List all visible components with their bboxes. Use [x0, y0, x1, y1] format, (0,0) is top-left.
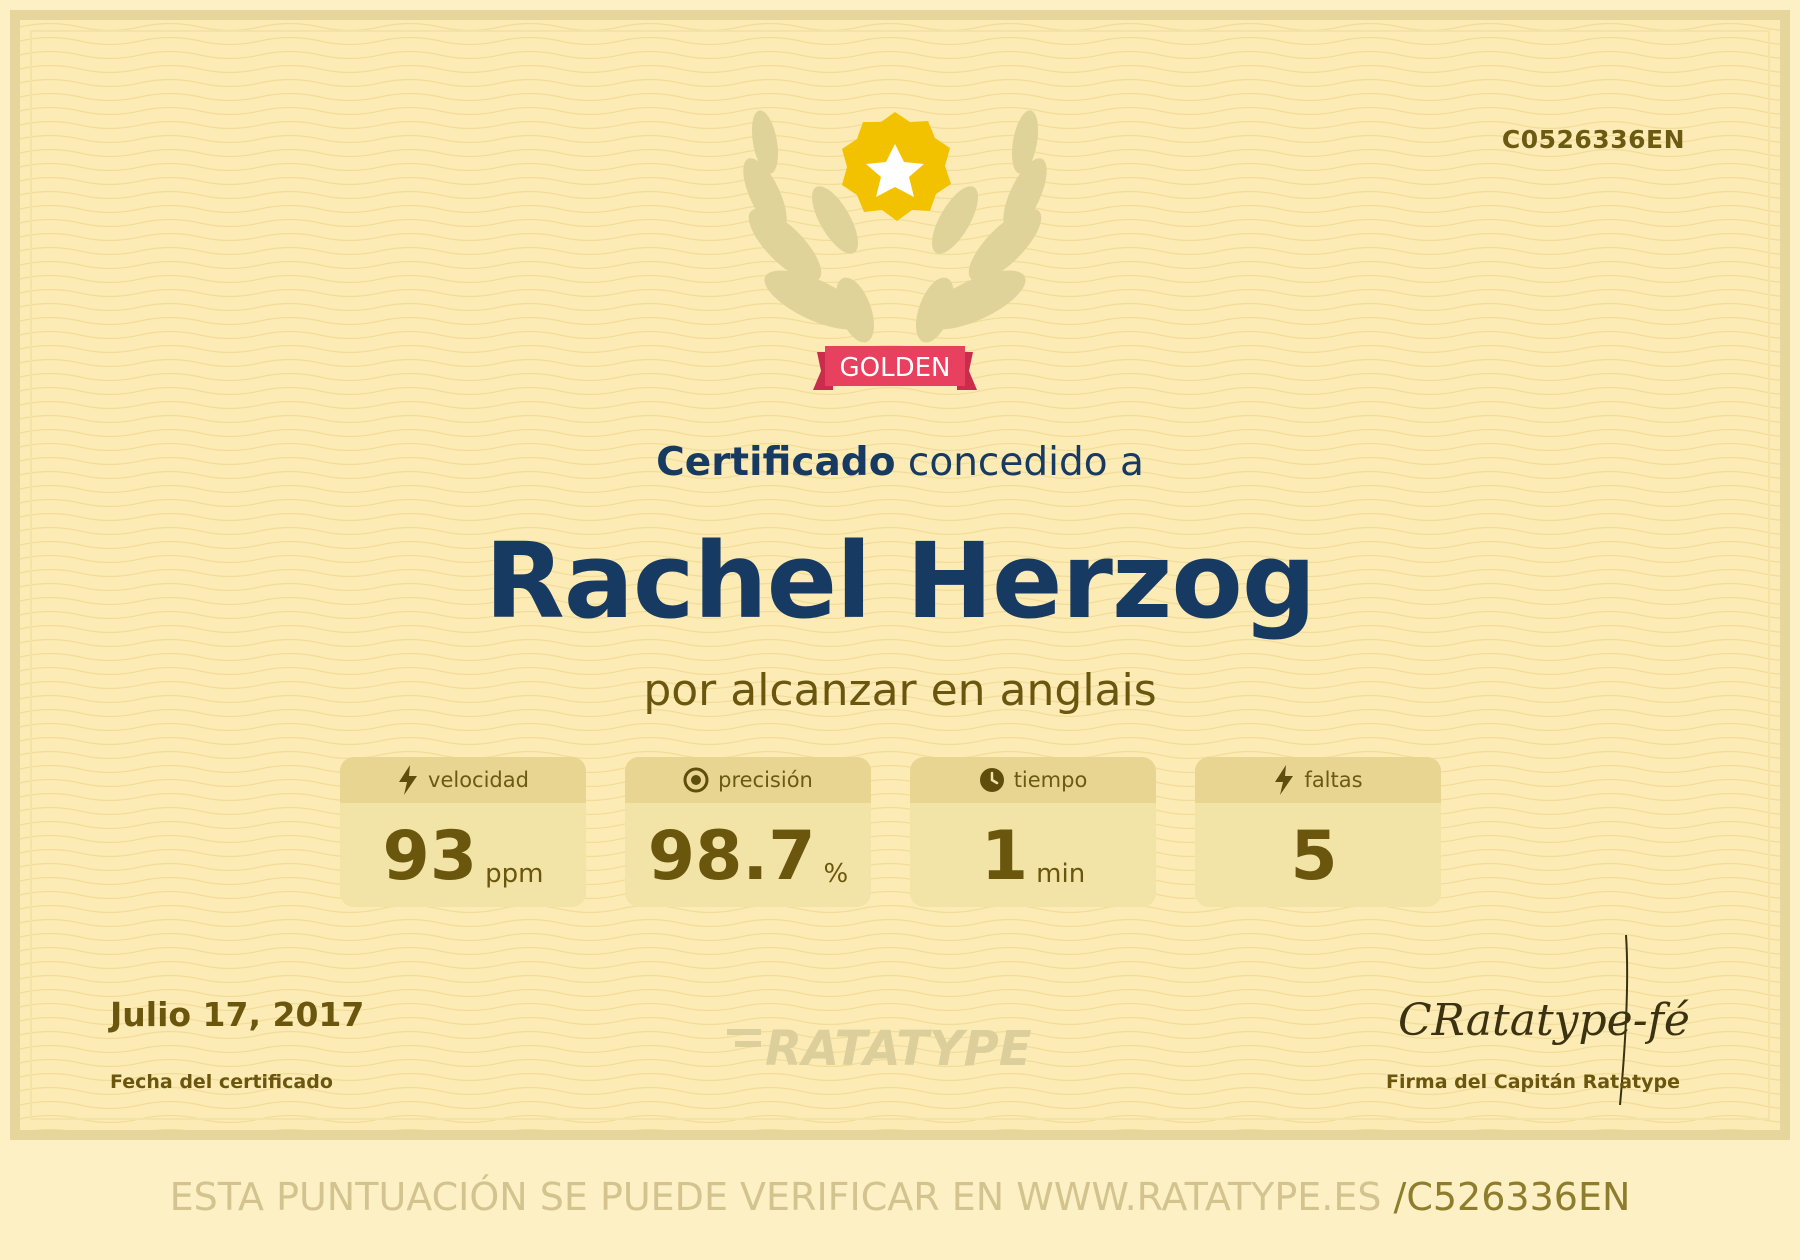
logo-text: RATATYPE	[765, 1021, 1032, 1075]
verification-code[interactable]: /C526336EN	[1394, 1175, 1631, 1219]
stat-value-box: 5	[1195, 803, 1441, 907]
title-rest: concedido a	[895, 440, 1144, 485]
stat-label: precisión	[718, 768, 813, 792]
signature-label: Firma del Capitán Ratatype	[1386, 1071, 1680, 1093]
lightning-icon	[1275, 765, 1294, 795]
verification-footer: ESTA PUNTUACIÓN SE PUEDE VERIFICAR EN WW…	[0, 1175, 1800, 1219]
stat-value: 98.7	[647, 817, 816, 896]
stat-header: tiempo	[910, 757, 1156, 803]
stat-label: tiempo	[1013, 768, 1088, 792]
lightning-icon	[399, 765, 418, 795]
stat-speed: velocidad 93 ppm	[340, 757, 586, 907]
stat-label: velocidad	[428, 768, 529, 792]
stat-errors: faltas 5	[1195, 757, 1441, 907]
stat-header: faltas	[1195, 757, 1441, 803]
stat-value: 5	[1290, 817, 1338, 896]
golden-ribbon: GOLDEN	[813, 346, 977, 390]
stat-unit: %	[823, 859, 849, 889]
stat-time: tiempo 1 min	[910, 757, 1156, 907]
achievement-subtitle: por alcanzar en anglais	[643, 665, 1157, 716]
stat-unit: ppm	[485, 859, 544, 889]
title-bold: Certificado	[656, 440, 896, 485]
clock-icon	[979, 768, 1004, 792]
ratatype-logo: RATATYPE	[727, 1021, 1032, 1075]
star-seal-icon	[842, 112, 951, 221]
stats-row: velocidad 93 ppm precisión 98.7% tiempo 1…	[340, 757, 1460, 917]
stat-value-box: 98.7%	[625, 803, 871, 907]
stat-value: 1	[980, 817, 1029, 896]
stat-header: precisión	[625, 757, 871, 803]
signature-text: CRatatype-fé	[1398, 995, 1690, 1046]
badge-label: GOLDEN	[840, 353, 951, 383]
target-icon	[683, 767, 709, 793]
certificate-date: Julio 17, 2017	[110, 995, 365, 1034]
stat-accuracy: precisión 98.7%	[625, 757, 871, 907]
stat-label: faltas	[1304, 768, 1363, 792]
golden-emblem: GOLDEN	[743, 110, 1047, 390]
certificate-page: C0526336EN GOLDEN Certificado concedido …	[0, 0, 1800, 1260]
certificate-title: Certificado concedido a	[0, 440, 1800, 485]
stat-value-box: 1 min	[910, 803, 1156, 907]
date-label: Fecha del certificado	[110, 1071, 333, 1093]
footer-text: ESTA PUNTUACIÓN SE PUEDE VERIFICAR EN WW…	[169, 1175, 1394, 1219]
stat-header: velocidad	[340, 757, 586, 803]
certificate-id: C0526336EN	[1501, 125, 1685, 154]
stat-value: 93	[382, 817, 478, 896]
recipient-name: Rachel Herzog	[484, 520, 1317, 642]
stat-unit: min	[1036, 859, 1086, 889]
stat-value-box: 93 ppm	[340, 803, 586, 907]
